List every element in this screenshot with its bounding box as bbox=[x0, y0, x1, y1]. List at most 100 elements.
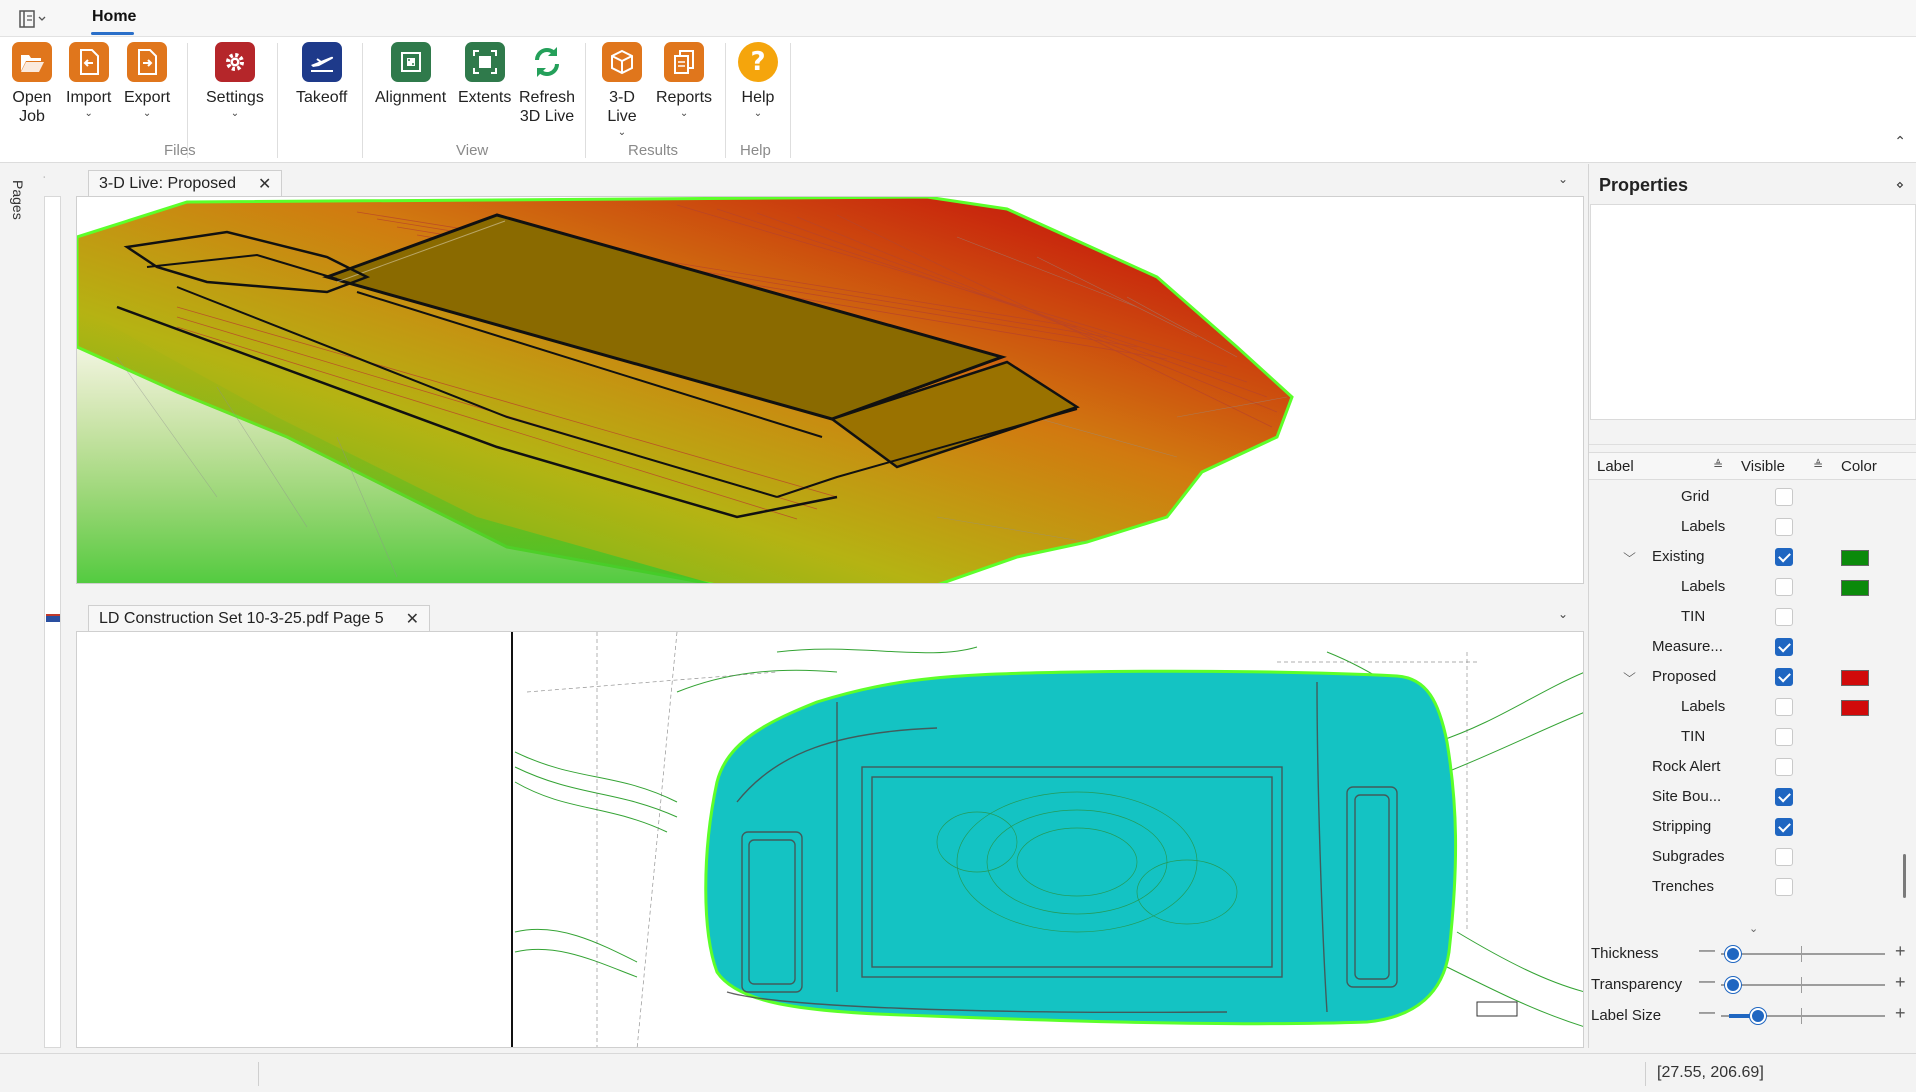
layer-visible-checkbox[interactable] bbox=[1775, 818, 1793, 836]
layer-visible-checkbox[interactable] bbox=[1775, 788, 1793, 806]
layer-row[interactable]: Labels bbox=[1589, 692, 1901, 722]
decrease-icon[interactable]: — bbox=[1699, 1004, 1715, 1022]
increase-icon[interactable]: + bbox=[1895, 941, 1906, 962]
layer-visible-checkbox[interactable] bbox=[1775, 548, 1793, 566]
doc-tab-3d-live[interactable]: 3-D Live: Proposed ✕ bbox=[88, 170, 283, 196]
increase-icon[interactable]: + bbox=[1895, 1003, 1906, 1024]
layer-row[interactable]: Rock Alert bbox=[1589, 752, 1901, 782]
slider-thumb[interactable] bbox=[1750, 1008, 1767, 1024]
layer-row[interactable]: ⌵ Existing bbox=[1589, 542, 1901, 572]
ribbon-tab-strip: Home bbox=[0, 0, 1916, 37]
layer-visible-checkbox[interactable] bbox=[1775, 728, 1793, 746]
collapse-ribbon-icon[interactable]: ⌃ bbox=[1894, 133, 1906, 150]
expand-chevron-icon[interactable]: ⌵ bbox=[1623, 546, 1636, 561]
export-button[interactable]: Export ⌄ bbox=[124, 42, 170, 119]
increase-icon[interactable]: + bbox=[1895, 972, 1906, 993]
import-icon bbox=[68, 42, 109, 82]
group-label-view: View bbox=[456, 142, 489, 159]
column-header-visible[interactable]: Visible bbox=[1741, 458, 1785, 475]
slider-thumb[interactable] bbox=[1725, 946, 1741, 962]
sort-icon[interactable]: ≜ bbox=[1813, 458, 1823, 472]
layer-row[interactable]: TIN bbox=[1589, 722, 1901, 752]
group-label-results: Results bbox=[628, 142, 679, 159]
page-navigator-bar[interactable] bbox=[44, 196, 61, 1048]
decrease-icon[interactable]: — bbox=[1699, 973, 1715, 991]
pane-menu-chevron-down-icon[interactable]: ⌄ bbox=[1558, 607, 1568, 621]
layer-color-swatch[interactable] bbox=[1841, 670, 1869, 686]
properties-divider[interactable] bbox=[1589, 444, 1916, 445]
sort-icon[interactable]: ≜ bbox=[1713, 458, 1723, 472]
3d-live-button[interactable]: 3-D Live ⌄ bbox=[602, 42, 642, 138]
layer-row[interactable]: Labels bbox=[1589, 572, 1901, 602]
layer-visible-checkbox[interactable] bbox=[1775, 638, 1793, 656]
layer-label: Labels bbox=[1681, 698, 1726, 715]
ribbon-separator bbox=[277, 43, 278, 158]
reports-icon bbox=[664, 42, 705, 82]
extents-button[interactable]: Extents bbox=[458, 42, 511, 107]
3d-live-viewport[interactable] bbox=[76, 196, 1584, 584]
pane-menu-chevron-down-icon[interactable]: ⌄ bbox=[1558, 172, 1568, 186]
export-icon bbox=[127, 42, 168, 82]
layer-row[interactable]: Measure... bbox=[1589, 632, 1901, 662]
layer-label: Trenches bbox=[1652, 878, 1714, 895]
layer-label: Measure... bbox=[1652, 638, 1723, 655]
slider-track[interactable] bbox=[1721, 953, 1885, 955]
layer-row[interactable]: TIN bbox=[1589, 602, 1901, 632]
3d-surface-render[interactable] bbox=[77, 197, 1584, 584]
ribbon-separator bbox=[585, 43, 586, 158]
layer-visible-checkbox[interactable] bbox=[1775, 578, 1793, 596]
import-button[interactable]: Import ⌄ bbox=[66, 42, 111, 119]
layer-color-swatch[interactable] bbox=[1841, 700, 1869, 716]
help-button[interactable]: ? Help ⌄ bbox=[738, 42, 778, 119]
settings-button[interactable]: Settings ⌄ bbox=[206, 42, 264, 119]
chevron-down-icon[interactable]: ⌄ bbox=[1749, 922, 1758, 935]
layer-label: Subgrades bbox=[1652, 848, 1725, 865]
reports-button[interactable]: Reports ⌄ bbox=[656, 42, 712, 119]
pages-tab[interactable]: Pages bbox=[10, 180, 26, 220]
layer-visible-checkbox[interactable] bbox=[1775, 878, 1793, 896]
column-header-color[interactable]: Color bbox=[1841, 458, 1877, 475]
open-job-button[interactable]: Open Job bbox=[12, 42, 52, 126]
layer-row[interactable]: ⌵ Proposed bbox=[1589, 662, 1901, 692]
tab-home[interactable]: Home bbox=[92, 8, 136, 26]
layer-row[interactable]: Trenches bbox=[1589, 872, 1901, 902]
layer-row[interactable]: Site Bou... bbox=[1589, 782, 1901, 812]
refresh-3d-live-button[interactable]: Refresh 3D Live bbox=[519, 42, 575, 126]
app-menu-icon[interactable] bbox=[18, 9, 50, 29]
decrease-icon[interactable]: — bbox=[1699, 942, 1715, 960]
slider-track[interactable] bbox=[1721, 984, 1885, 986]
page-marker-icon[interactable] bbox=[46, 614, 60, 622]
slider-row: Label Size — + bbox=[1589, 1001, 1916, 1031]
alignment-button[interactable]: Alignment bbox=[375, 42, 446, 107]
slider-thumb[interactable] bbox=[1725, 977, 1741, 993]
layer-row[interactable]: Grid bbox=[1589, 482, 1901, 512]
pdf-page-viewport[interactable] bbox=[76, 631, 1584, 1048]
layer-color-swatch[interactable] bbox=[1841, 550, 1869, 566]
column-header-label[interactable]: Label bbox=[1597, 458, 1634, 475]
extents-label: Extents bbox=[458, 89, 512, 106]
layer-visible-checkbox[interactable] bbox=[1775, 608, 1793, 626]
status-divider bbox=[258, 1062, 259, 1086]
close-icon[interactable]: ✕ bbox=[406, 609, 419, 629]
layer-row[interactable]: Subgrades bbox=[1589, 842, 1901, 872]
layer-table-scrollbar[interactable] bbox=[1903, 854, 1906, 898]
layer-row[interactable]: Stripping bbox=[1589, 812, 1901, 842]
layer-visible-checkbox[interactable] bbox=[1775, 518, 1793, 536]
layer-visible-checkbox[interactable] bbox=[1775, 848, 1793, 866]
pages-rail bbox=[0, 164, 44, 1048]
import-label: Import bbox=[66, 89, 112, 106]
layer-visible-checkbox[interactable] bbox=[1775, 668, 1793, 686]
layer-visible-checkbox[interactable] bbox=[1775, 758, 1793, 776]
layer-visible-checkbox[interactable] bbox=[1775, 488, 1793, 506]
pin-icon[interactable]: ⋄ bbox=[1896, 177, 1904, 193]
site-plan-drawing[interactable] bbox=[77, 632, 1584, 1048]
ribbon-separator bbox=[790, 43, 791, 158]
close-icon[interactable]: ✕ bbox=[258, 174, 271, 194]
layer-visible-checkbox[interactable] bbox=[1775, 698, 1793, 716]
layer-color-swatch[interactable] bbox=[1841, 580, 1869, 596]
layer-row[interactable]: Labels bbox=[1589, 512, 1901, 542]
doc-tab-pdf[interactable]: LD Construction Set 10-3-25.pdf Page 5 ✕ bbox=[88, 605, 431, 631]
slider-label: Thickness bbox=[1591, 945, 1659, 962]
takeoff-button[interactable]: Takeoff bbox=[296, 42, 347, 107]
expand-chevron-icon[interactable]: ⌵ bbox=[1623, 666, 1636, 681]
